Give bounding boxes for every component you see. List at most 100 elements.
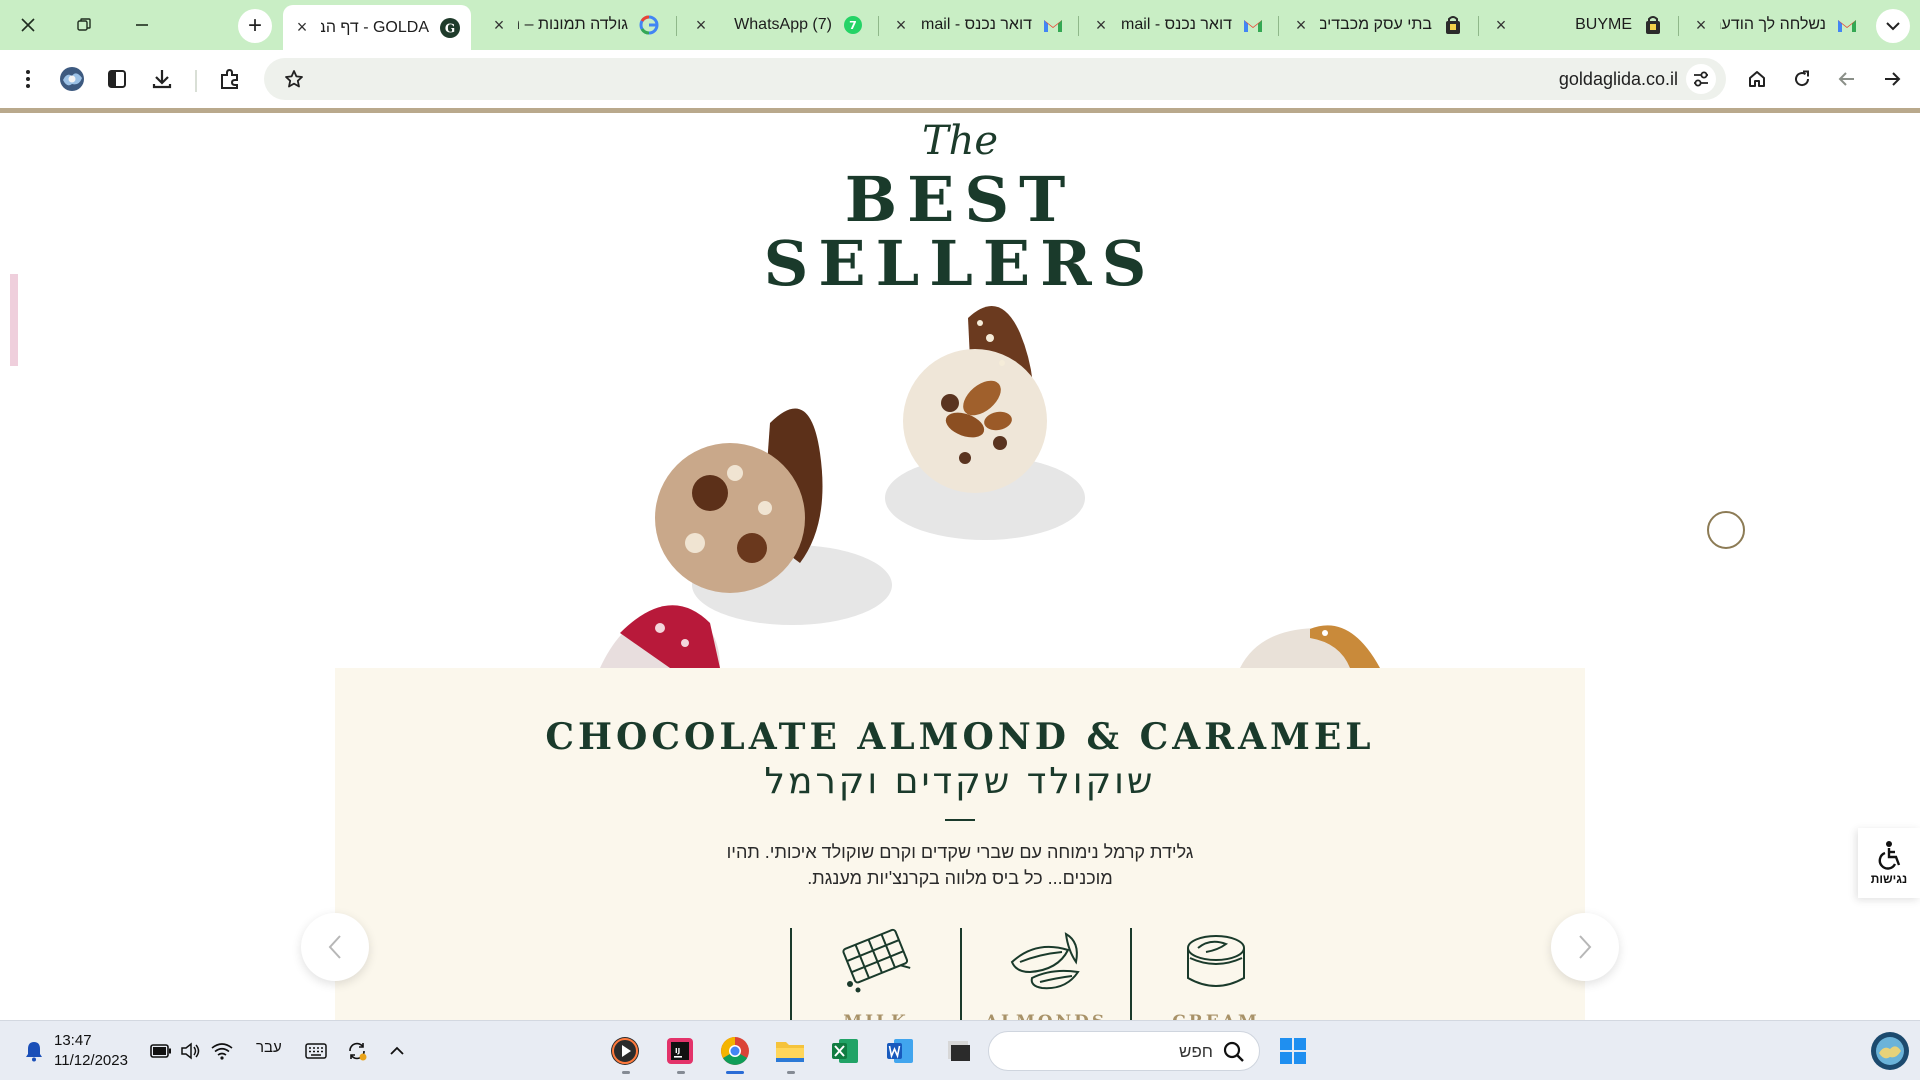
tab-gmail-inbox-1[interactable]: דואר נכנס - mail ×: [882, 5, 1074, 45]
tab-label: דואר נכנס - mail: [1121, 16, 1232, 33]
tab-gmail-message[interactable]: נשלחה לך הודעה ×: [1682, 5, 1868, 45]
weather-widget[interactable]: [1870, 1031, 1910, 1071]
clock-time: 13:47: [54, 1032, 92, 1049]
google-icon: [638, 14, 660, 36]
running-indicator: [787, 1071, 795, 1074]
reload-icon: [1795, 70, 1810, 87]
sync-status[interactable]: [341, 1035, 373, 1067]
taskbar-search-box[interactable]: חפש: [988, 1031, 1260, 1071]
tab-close-button[interactable]: ×: [692, 15, 710, 35]
media-player-icon: [611, 1037, 639, 1065]
tab-close-button[interactable]: ×: [1292, 15, 1310, 35]
arrow-right-icon: [1885, 72, 1901, 86]
tab-close-button[interactable]: ×: [892, 15, 910, 35]
system-clock[interactable]: 13:47 11/12/2023: [54, 1031, 128, 1071]
home-button[interactable]: [1741, 63, 1773, 95]
input-language[interactable]: עבר: [256, 1039, 282, 1056]
hero-title: BEST SELLERS: [0, 168, 1920, 296]
reload-button[interactable]: [1786, 63, 1818, 95]
tab-separator: [1278, 16, 1279, 36]
tab-close-button[interactable]: ×: [293, 17, 311, 37]
wifi-indicator[interactable]: [206, 1035, 238, 1067]
product-name-hebrew: שוקולד שקדים וקרמל: [764, 761, 1156, 802]
minimize-window-button[interactable]: [122, 8, 162, 42]
ingredient-label: CREAM: [1132, 1012, 1300, 1020]
running-indicator: [677, 1071, 685, 1074]
tab-separator: [1078, 16, 1079, 36]
svg-text:G: G: [445, 21, 455, 35]
download-icon: [152, 70, 172, 89]
start-button[interactable]: [1277, 1035, 1309, 1067]
chevron-right-icon: [1579, 935, 1592, 959]
window-app-icon: [948, 1041, 970, 1061]
menu-button[interactable]: [12, 63, 44, 95]
forward-button[interactable]: [1876, 63, 1908, 95]
extensions-button[interactable]: [214, 63, 246, 95]
tab-label: דואר נכנס - mail: [921, 16, 1032, 33]
ingredient-milk: MILK: [792, 928, 960, 1020]
taskbar-word[interactable]: [884, 1035, 916, 1067]
tab-close-button[interactable]: ×: [490, 15, 508, 35]
tab-gmail-inbox-2[interactable]: דואר נכנס - mail ×: [1082, 5, 1274, 45]
tune-icon: [1694, 71, 1708, 87]
ingredient-label: MILK: [792, 1012, 960, 1020]
carousel-prev-button[interactable]: [301, 913, 369, 981]
side-panel-button[interactable]: [101, 63, 133, 95]
address-bar[interactable]: goldaglida.co.il: [264, 58, 1726, 100]
tab-label: גולדה תמונות – ח: [518, 16, 628, 33]
web-page: The BEST SELLERS CHOCOLATE ALMOND & CARA…: [0, 108, 1920, 1020]
page-top-border: [0, 108, 1920, 113]
touch-keyboard-button[interactable]: [300, 1035, 332, 1067]
excel-icon: [832, 1039, 858, 1063]
tab-search-button[interactable]: [1876, 9, 1910, 43]
gmail-icon: [1836, 14, 1858, 36]
tab-separator: [676, 16, 677, 36]
side-panel-icon: [108, 70, 126, 88]
tab-separator: [1478, 16, 1479, 36]
tab-close-button[interactable]: ×: [1692, 15, 1710, 35]
taskbar-file-explorer[interactable]: [774, 1035, 806, 1067]
taskbar-chrome[interactable]: [719, 1035, 751, 1067]
hero-title-line-1: BEST: [844, 163, 1076, 236]
downloads-button[interactable]: [146, 63, 178, 95]
tab-golda-home[interactable]: G GOLDA - דף הבית ×: [283, 5, 471, 50]
tab-whatsapp[interactable]: 7 (7) WhatsApp ×: [682, 5, 874, 45]
show-hidden-icons-button[interactable]: [381, 1035, 413, 1067]
ingredient-almonds: ALMONDS: [962, 928, 1130, 1020]
tab-label: GOLDA - דף הבית: [321, 18, 429, 36]
taskbar-media-player[interactable]: [609, 1035, 641, 1067]
search-placeholder: חפש: [1179, 1042, 1213, 1061]
tab-close-button[interactable]: ×: [1092, 15, 1110, 35]
ingredient-label: ALMONDS: [962, 1012, 1130, 1020]
bookmark-star-button[interactable]: [282, 67, 306, 91]
tab-buyme[interactable]: BUYME ×: [1482, 5, 1674, 45]
notifications-button[interactable]: [18, 1035, 50, 1067]
product-card: CHOCOLATE ALMOND & CARAMEL שוקולד שקדים …: [335, 668, 1585, 1020]
back-button[interactable]: [1831, 63, 1863, 95]
tab-buyme-businesses[interactable]: בתי עסק מכבדים ×: [1282, 5, 1474, 45]
taskbar-excel[interactable]: [829, 1035, 861, 1067]
carousel-next-button[interactable]: [1551, 913, 1619, 981]
restore-window-button[interactable]: [64, 8, 104, 42]
url-text: goldaglida.co.il: [1558, 69, 1678, 89]
home-icon: [1749, 71, 1765, 87]
golda-icon: G: [439, 17, 461, 39]
taskbar-app-window[interactable]: [943, 1035, 975, 1067]
product-description: גלידת קרמל נימוחה עם שברי שקדים וקרם שוק…: [695, 839, 1225, 891]
tab-close-button[interactable]: ×: [1492, 15, 1510, 35]
site-info-button[interactable]: [1686, 64, 1716, 94]
intellij-icon: IJ: [667, 1038, 693, 1064]
new-tab-button[interactable]: +: [238, 9, 272, 43]
puzzle-icon: [221, 68, 238, 89]
accessibility-button[interactable]: נגישות: [1858, 828, 1920, 898]
close-window-button[interactable]: [8, 8, 48, 42]
almond-icon: [1010, 932, 1080, 990]
taskbar-intellij[interactable]: IJ: [664, 1035, 696, 1067]
battery-indicator[interactable]: [145, 1035, 177, 1067]
volume-indicator[interactable]: [174, 1035, 206, 1067]
hero-title-line-2: SELLERS: [763, 227, 1157, 300]
hero-kicker: The: [921, 118, 999, 164]
tab-golda-images[interactable]: גולדה תמונות – ח ×: [480, 5, 670, 45]
profile-button[interactable]: [56, 63, 88, 95]
cream-jar-icon: [1187, 935, 1245, 987]
